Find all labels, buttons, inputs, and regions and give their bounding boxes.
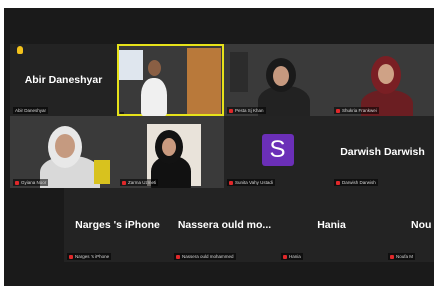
participant-tile-3[interactable]: Pesta Sj Khan	[224, 44, 331, 116]
participant-nametag: Narges 's iPhone	[67, 253, 112, 260]
raise-hand-icon	[17, 46, 23, 54]
muted-mic-icon	[122, 180, 126, 185]
participant-nametag: Abir Daneshyar	[13, 107, 49, 114]
participant-nametag: Darwish Darwish	[334, 179, 378, 186]
muted-mic-icon	[390, 254, 394, 259]
participant-nametag: Gyiana Noor	[13, 179, 49, 186]
video-background-door	[187, 48, 221, 114]
muted-mic-icon	[176, 254, 180, 259]
participant-nametag: Hania	[281, 253, 303, 260]
participant-tile-narges[interactable]: Narges 's iPhone Narges 's iPhone	[64, 188, 171, 262]
muted-mic-icon	[69, 254, 73, 259]
participant-tile-abir[interactable]: Abir Daneshyar Abir Daneshyar	[10, 44, 117, 116]
participant-nametag: Sunita Vahy Ustadi	[227, 179, 275, 186]
participant-name: Nassera ould mo...	[177, 219, 272, 231]
participant-nametag	[120, 112, 124, 114]
participant-tile-4[interactable]: Shukria Frankwei	[331, 44, 434, 116]
participant-name: Nou	[411, 219, 432, 231]
participant-video-face	[162, 138, 176, 156]
muted-mic-icon	[283, 254, 287, 259]
participant-nametag: Nassera ould mohammed	[174, 253, 236, 260]
participant-video-face	[55, 134, 75, 158]
participant-nametag: Zarma Uzmeti	[120, 179, 159, 186]
participant-tile-nassera[interactable]: Nassera ould mo... Nassera ould mohammed	[171, 188, 278, 262]
muted-mic-icon	[15, 180, 19, 185]
video-background-window	[119, 50, 143, 80]
participant-tile-6[interactable]: Zarma Uzmeti	[117, 116, 224, 188]
participant-video-face	[378, 64, 394, 84]
participant-tile-sunita[interactable]: S Sunita Vahy Ustadi	[224, 116, 331, 188]
participant-tile-darwish[interactable]: Darwish Darwish Darwish Darwish	[331, 116, 434, 188]
participant-tile-nou[interactable]: Nou Noufa M	[385, 188, 434, 262]
participant-name: Hania	[317, 219, 346, 231]
participant-video-face	[273, 66, 289, 86]
muted-mic-icon	[229, 108, 233, 113]
muted-mic-icon	[229, 180, 233, 185]
participant-nametag: Pesta Sj Khan	[227, 107, 266, 114]
video-background-object	[94, 160, 110, 184]
participant-video-head	[148, 60, 161, 76]
video-grid: Abir Daneshyar Abir Daneshyar Pesta Sj K…	[4, 8, 434, 286]
participant-tile-hania[interactable]: Hania Hania	[278, 188, 385, 262]
participant-nametag: Shukria Frankwei	[334, 107, 379, 114]
participant-tile-active-speaker[interactable]	[117, 44, 224, 116]
participant-name: Darwish Darwish	[340, 146, 425, 158]
participant-avatar: S	[261, 134, 294, 166]
muted-mic-icon	[336, 108, 340, 113]
participant-name: Narges 's iPhone	[75, 219, 160, 231]
participant-tile-5[interactable]: Gyiana Noor	[10, 116, 117, 188]
video-background-art	[230, 52, 248, 92]
participant-name: Abir Daneshyar	[24, 74, 103, 86]
participant-video-body	[141, 78, 167, 116]
participant-nametag: Noufa M	[388, 253, 416, 260]
muted-mic-icon	[336, 180, 340, 185]
